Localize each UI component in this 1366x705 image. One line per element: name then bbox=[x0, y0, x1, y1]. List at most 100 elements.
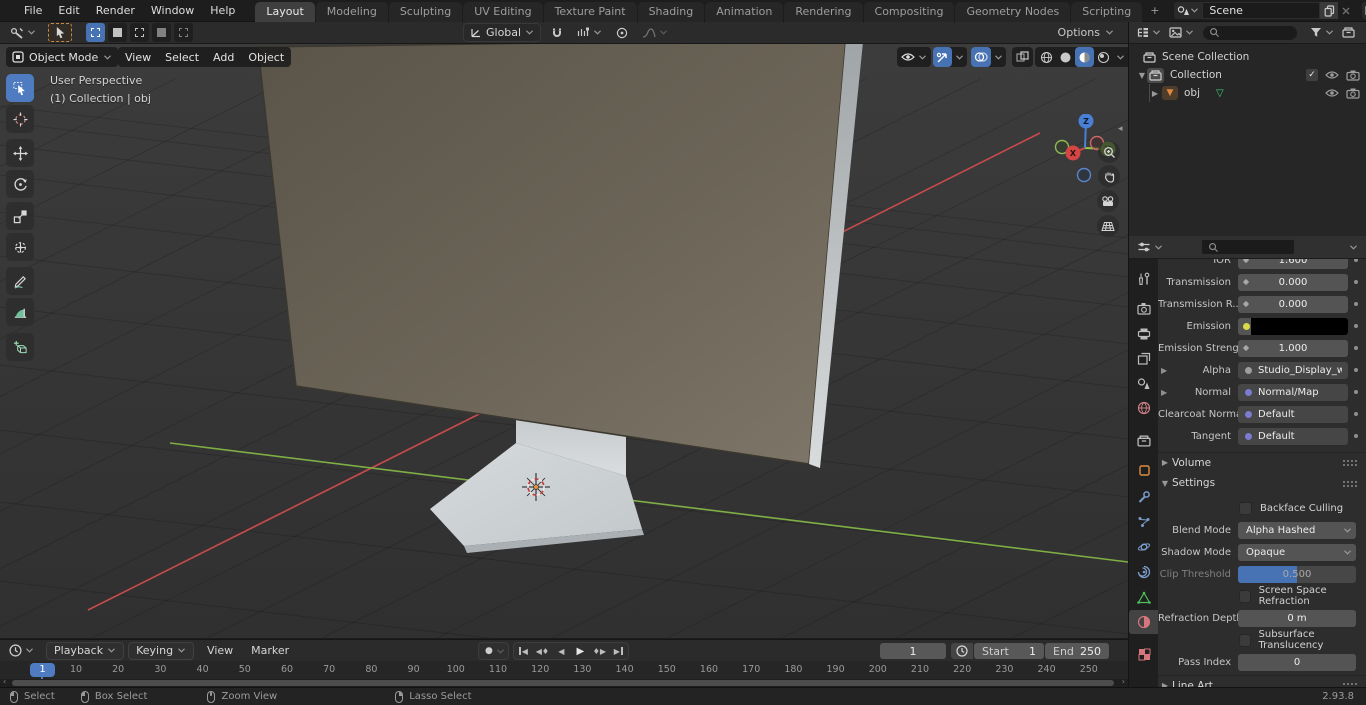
expand-arrow-icon[interactable]: ▶ bbox=[1161, 366, 1167, 375]
tab-view-layer[interactable] bbox=[1129, 346, 1159, 370]
scene-copy-button[interactable] bbox=[1320, 2, 1339, 19]
show-gizmo-toggle[interactable] bbox=[933, 47, 952, 67]
emission-strength-field[interactable]: 1.000 bbox=[1238, 339, 1348, 357]
jump-to-start-button[interactable]: ◀ bbox=[514, 643, 533, 659]
expand-arrow-icon[interactable]: ▶ bbox=[1161, 388, 1167, 397]
workspace-tab-modeling[interactable]: Modeling bbox=[315, 1, 388, 22]
playback-menu[interactable]: Playback bbox=[46, 641, 125, 660]
view-layer-browse-button[interactable] bbox=[1362, 2, 1366, 19]
refraction-depth-field[interactable]: 0 m bbox=[1238, 609, 1356, 627]
menu-file[interactable]: File bbox=[16, 4, 50, 17]
tab-constraints[interactable] bbox=[1129, 560, 1159, 584]
timeline-scrollbar[interactable]: ‹ › bbox=[0, 677, 1128, 687]
clip-threshold-slider[interactable]: 0.500 bbox=[1238, 565, 1356, 583]
select-mode-extend[interactable] bbox=[108, 23, 127, 42]
perspective-toggle-button[interactable] bbox=[1097, 215, 1119, 237]
screen-space-refraction-checkbox[interactable] bbox=[1239, 589, 1251, 603]
emission-color-swatch[interactable] bbox=[1238, 317, 1348, 335]
next-keyframe-button[interactable]: ♦▶ bbox=[590, 643, 609, 659]
render-visibility-camera-icon[interactable] bbox=[1346, 88, 1360, 99]
tab-tool[interactable] bbox=[1129, 267, 1159, 291]
jump-to-end-button[interactable]: ▶ bbox=[609, 643, 628, 659]
overlays-settings-dropdown[interactable] bbox=[991, 47, 1006, 67]
tab-scene[interactable] bbox=[1129, 371, 1159, 395]
clearcoat-normal-link-field[interactable]: Default bbox=[1238, 405, 1348, 423]
blend-mode-dropdown[interactable]: Alpha Hashed bbox=[1238, 521, 1356, 539]
tab-physics[interactable] bbox=[1129, 535, 1159, 559]
marker-menu[interactable]: Marker bbox=[242, 644, 298, 657]
options-dropdown[interactable]: Options bbox=[1054, 24, 1118, 42]
tool-move[interactable] bbox=[6, 139, 34, 167]
tool-rotate[interactable] bbox=[6, 170, 34, 198]
properties-options-chevron[interactable] bbox=[1349, 244, 1358, 251]
tool-cursor[interactable] bbox=[6, 105, 34, 133]
tab-object-data[interactable] bbox=[1129, 585, 1159, 609]
workspace-tab-scripting[interactable]: Scripting bbox=[1071, 1, 1143, 22]
outliner-row-scene-collection[interactable]: Scene Collection bbox=[1129, 48, 1366, 66]
keying-menu[interactable]: Keying bbox=[128, 641, 195, 660]
hide-eye-icon[interactable] bbox=[1325, 70, 1339, 80]
panel-drag-grip[interactable] bbox=[1342, 459, 1358, 466]
expand-arrow-icon[interactable]: ▼ bbox=[1137, 71, 1147, 80]
proportional-falloff-dropdown[interactable] bbox=[638, 24, 672, 42]
play-reverse-button[interactable]: ◀ bbox=[552, 643, 571, 659]
select-mode-new[interactable] bbox=[86, 23, 105, 42]
collection-checkbox[interactable]: ✓ bbox=[1306, 69, 1318, 81]
outliner-filter-dropdown[interactable] bbox=[1306, 24, 1338, 42]
snap-settings-dropdown[interactable] bbox=[573, 24, 606, 42]
scrollbar-thumb[interactable] bbox=[12, 680, 1114, 686]
alpha-link-field[interactable]: Studio_Display_with... bbox=[1238, 361, 1348, 379]
active-tool-select-box[interactable] bbox=[48, 23, 72, 42]
tool-add-cube[interactable] bbox=[6, 333, 34, 361]
current-frame-badge[interactable]: 1 bbox=[30, 663, 55, 677]
workspace-tab-layout[interactable]: Layout bbox=[255, 1, 315, 22]
scene-name-field[interactable]: Scene bbox=[1202, 2, 1321, 19]
workspace-tab-texture-paint[interactable]: Texture Paint bbox=[543, 1, 637, 22]
scene-unlink-button[interactable] bbox=[1338, 2, 1354, 19]
tool-transform[interactable] bbox=[6, 233, 34, 261]
timeline-editor-menu[interactable] bbox=[5, 642, 38, 660]
menu-window[interactable]: Window bbox=[143, 4, 202, 17]
tab-render[interactable] bbox=[1129, 296, 1159, 320]
viewport-menu-add[interactable]: Add bbox=[206, 51, 241, 64]
object-visibility-dropdown[interactable] bbox=[897, 47, 931, 67]
subsurface-translucency-checkbox[interactable] bbox=[1239, 633, 1251, 647]
workspace-tab-compositing[interactable]: Compositing bbox=[863, 1, 955, 22]
tab-collection[interactable] bbox=[1129, 429, 1159, 453]
tab-material[interactable] bbox=[1129, 610, 1159, 634]
tool-annotate[interactable] bbox=[6, 267, 34, 295]
use-preview-range-button[interactable] bbox=[951, 643, 973, 659]
workspace-tab-geometry-nodes[interactable]: Geometry Nodes bbox=[955, 1, 1071, 22]
workspace-tab-sculpting[interactable]: Sculpting bbox=[388, 1, 463, 22]
timeline-scrubber[interactable]: 1 10 20 30 40 50 60 70 80 90 100 110 120 130 140 150 16… bbox=[0, 661, 1128, 679]
shading-wireframe-button[interactable] bbox=[1037, 47, 1056, 67]
shading-solid-button[interactable] bbox=[1056, 47, 1075, 67]
snap-toggle[interactable] bbox=[547, 24, 567, 42]
shading-rendered-button[interactable] bbox=[1094, 47, 1113, 67]
tool-settings-editor-menu[interactable] bbox=[6, 24, 40, 42]
ior-field[interactable]: 1.600 bbox=[1238, 259, 1348, 269]
current-frame-field[interactable]: 1 bbox=[880, 643, 946, 659]
viewport-3d-scene[interactable] bbox=[0, 44, 1128, 638]
workspace-tab-rendering[interactable]: Rendering bbox=[784, 1, 863, 22]
transmission-roughness-field[interactable]: 0.000 bbox=[1238, 295, 1348, 313]
xray-toggle[interactable] bbox=[1012, 47, 1033, 67]
backface-culling-checkbox[interactable] bbox=[1239, 501, 1252, 515]
view-menu[interactable]: View bbox=[198, 644, 242, 657]
panel-settings[interactable]: ▼ Settings bbox=[1158, 473, 1366, 493]
menu-edit[interactable]: Edit bbox=[50, 4, 87, 17]
shading-settings-dropdown[interactable] bbox=[1113, 47, 1128, 67]
outliner-display-mode-dropdown[interactable] bbox=[1165, 24, 1198, 42]
viewport-menu-view[interactable]: View bbox=[118, 51, 158, 64]
menu-help[interactable]: Help bbox=[202, 4, 243, 17]
tool-scale[interactable] bbox=[6, 202, 34, 230]
tangent-link-field[interactable]: Default bbox=[1238, 427, 1348, 445]
tab-object[interactable] bbox=[1129, 458, 1159, 482]
pass-index-field[interactable]: 0 bbox=[1238, 653, 1356, 671]
tool-measure[interactable] bbox=[6, 298, 34, 326]
shading-material-preview-button[interactable] bbox=[1075, 47, 1094, 67]
outliner-row-collection[interactable]: ▼ Collection ✓ bbox=[1129, 66, 1366, 84]
properties-search-input[interactable] bbox=[1201, 239, 1295, 255]
zoom-view-button[interactable] bbox=[1098, 141, 1120, 163]
workspace-tab-uv-editing[interactable]: UV Editing bbox=[463, 1, 543, 22]
